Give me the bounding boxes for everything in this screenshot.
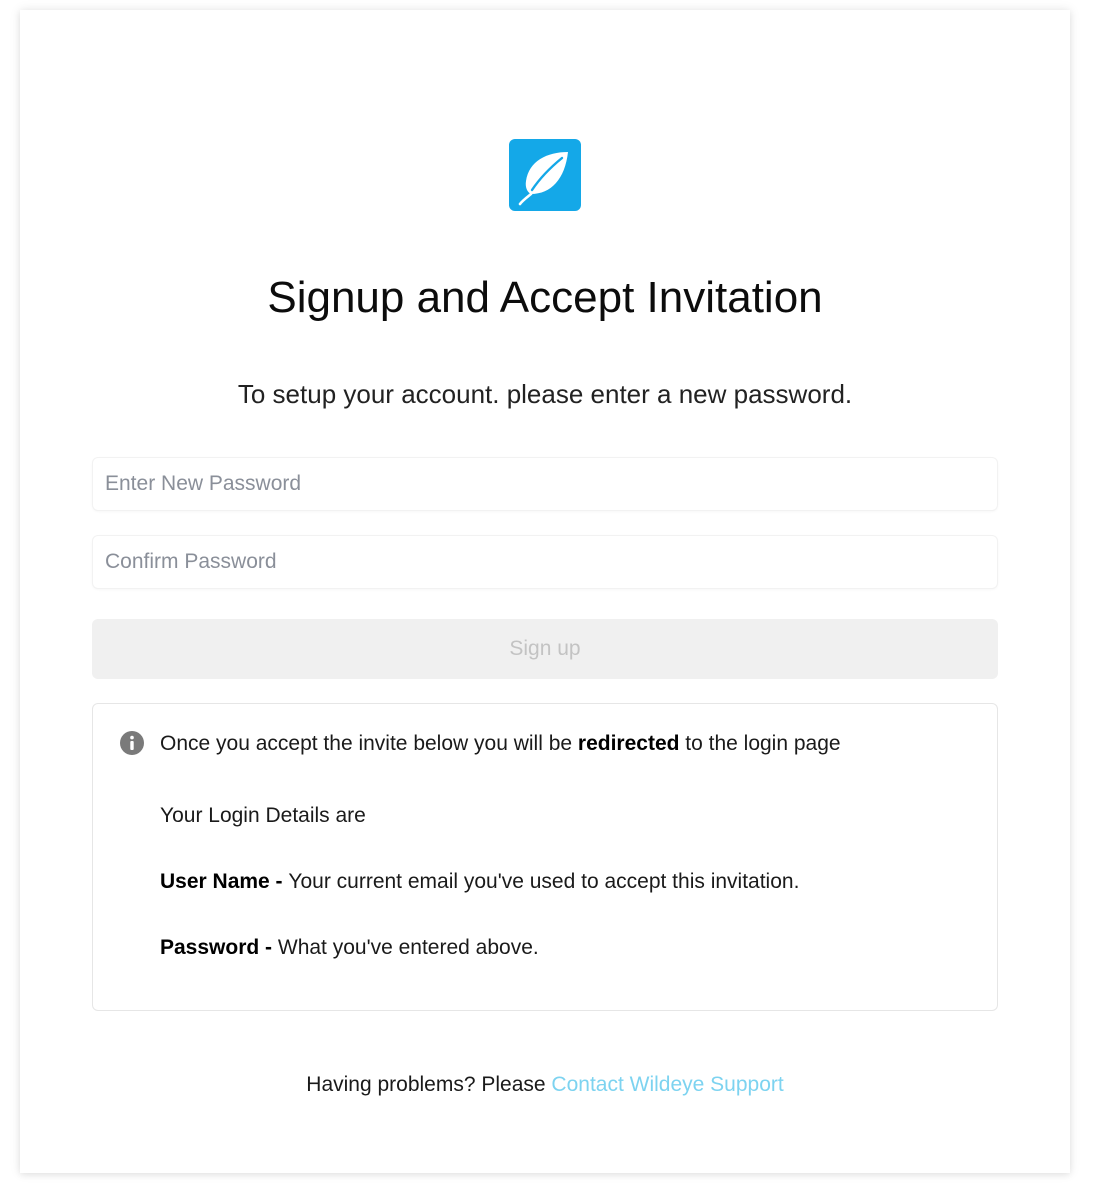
username-label: User Name - <box>160 870 289 893</box>
brand-logo <box>509 139 581 211</box>
password-detail: Password - What you've entered above. <box>160 935 539 961</box>
signup-button[interactable]: Sign up <box>92 619 998 679</box>
new-password-input[interactable] <box>92 457 998 511</box>
signup-card: Signup and Accept Invitation To setup yo… <box>20 10 1070 1173</box>
contact-support-link[interactable]: Contact Wildeye Support <box>551 1073 783 1096</box>
support-footer: Having problems? Please Contact Wildeye … <box>20 1072 1070 1098</box>
password-label: Password - <box>160 936 278 959</box>
redirect-notice: Once you accept the invite below you wil… <box>160 731 841 757</box>
password-text: What you've entered above. <box>277 936 539 959</box>
page-subtitle: To setup your account. please enter a ne… <box>237 379 853 409</box>
page-title: Signup and Accept Invitation <box>267 273 823 322</box>
login-info-panel: Once you accept the invite below you wil… <box>92 703 998 1011</box>
redirect-notice-before: Once you accept the invite below you wil… <box>160 732 578 755</box>
leaf-icon <box>518 152 568 206</box>
username-detail: User Name - Your current email you've us… <box>160 869 799 895</box>
info-circle-icon <box>120 731 144 755</box>
support-prompt: Having problems? Please <box>306 1073 552 1096</box>
username-text: Your current email you've used to accept… <box>288 870 800 893</box>
redirect-notice-bold: redirected <box>577 732 680 755</box>
confirm-password-input[interactable] <box>92 535 998 589</box>
login-details-heading: Your Login Details are <box>160 804 366 827</box>
redirect-notice-after: to the login page <box>679 732 841 755</box>
